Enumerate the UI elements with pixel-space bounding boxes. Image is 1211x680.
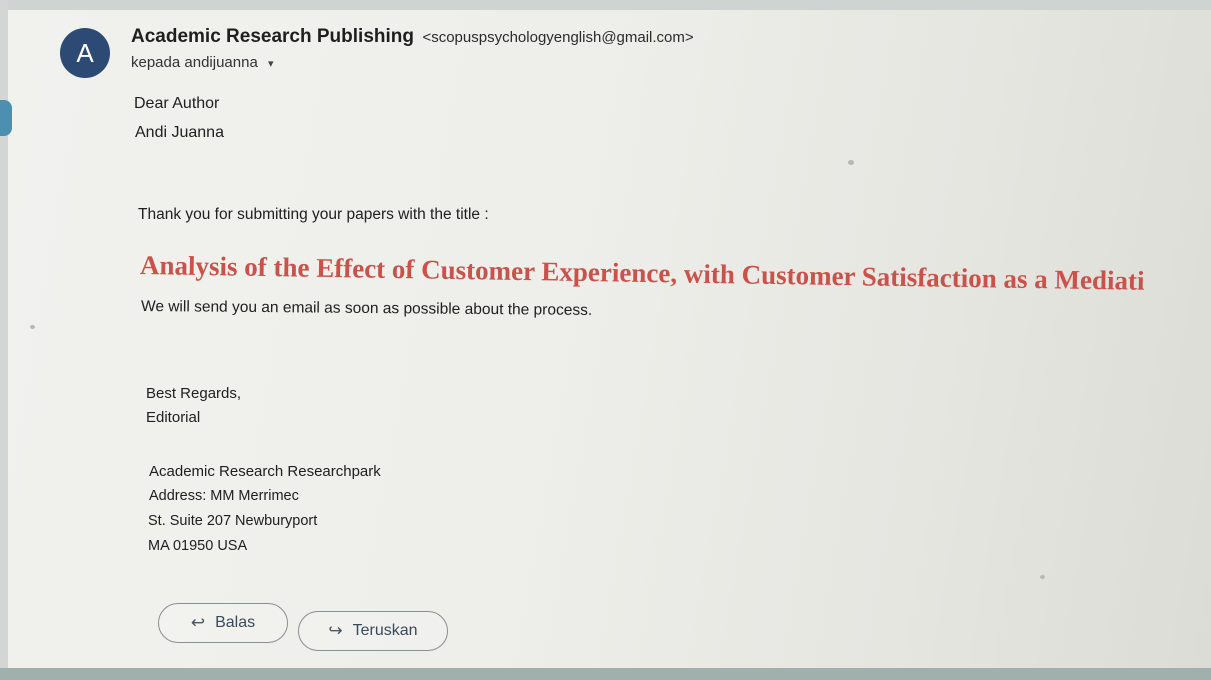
greeting-line: Dear Author [134, 95, 220, 112]
recipient-line: kepada andijuanna ▾ [131, 54, 274, 71]
screen-bottom-edge [0, 668, 1211, 680]
reply-button[interactable]: ↩ Balas [158, 603, 288, 643]
signoff-regards: Best Regards, [146, 385, 242, 402]
forward-button[interactable]: ↪ Teruskan [298, 611, 448, 651]
reply-label: Balas [215, 614, 256, 631]
sender-email: <scopuspsychologyenglish@gmail.com> [422, 29, 694, 46]
forward-label: Teruskan [352, 622, 418, 639]
email-screen: A Academic Research Publishing <scopusps… [0, 0, 1211, 680]
recipient-name-line: Andi Juanna [135, 124, 224, 141]
forward-icon: ↪ [328, 621, 343, 640]
organization-name: Academic Research Researchpark [149, 463, 381, 480]
screen-top-edge [0, 0, 1211, 10]
address-line: MA 01950 USA [148, 538, 248, 554]
screen-dust-speck [848, 160, 854, 165]
reply-icon: ↩ [190, 613, 206, 632]
signoff-editorial: Editorial [146, 409, 201, 426]
screen-dust-speck [1040, 575, 1045, 579]
side-panel-tab[interactable] [0, 100, 12, 136]
sender-line: Academic Research Publishing <scopuspsyc… [131, 26, 694, 48]
chevron-down-icon[interactable]: ▾ [268, 58, 274, 70]
process-line: We will send you an email as soon as pos… [140, 298, 593, 319]
sender-name[interactable]: Academic Research Publishing [131, 26, 414, 47]
address-line: Address: MM Merrimec [149, 488, 299, 504]
thanks-line: Thank you for submitting your papers wit… [138, 206, 489, 223]
paper-title: Analysis of the Effect of Customer Exper… [139, 250, 1145, 296]
screen-dust-speck [30, 325, 35, 329]
address-line: St. Suite 207 Newburyport [148, 513, 318, 529]
recipient-text: kepada andijuanna [131, 54, 258, 71]
sender-avatar[interactable]: A [60, 28, 110, 78]
